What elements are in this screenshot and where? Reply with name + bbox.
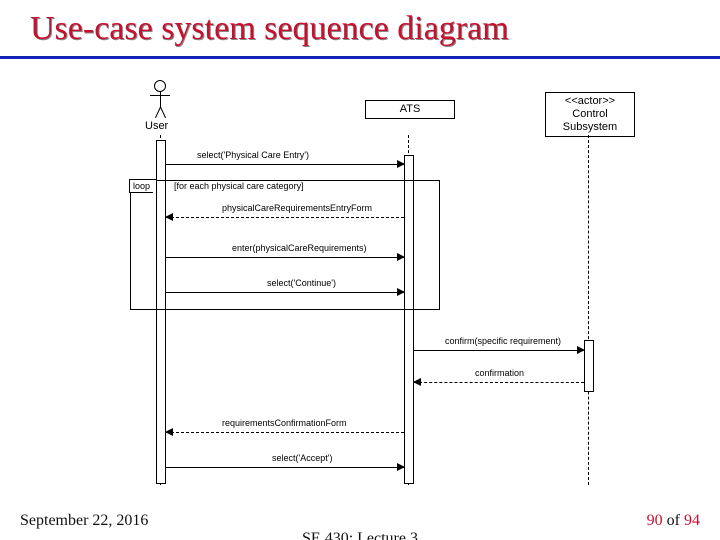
page-current: 90 (647, 512, 663, 529)
loop-tag: loop (129, 179, 157, 193)
title-underline (0, 56, 720, 59)
participant-ats: ATS (365, 100, 455, 119)
page-total: 94 (684, 512, 700, 529)
sequence-diagram: User ATS <<actor>> Control Subsystem sel… (120, 80, 640, 500)
loop-guard: [for each physical care category] (174, 181, 304, 191)
participant-ctrl-name2: Subsystem (563, 121, 617, 133)
message-select-continue: select('Continue') (166, 280, 404, 294)
participant-control-subsystem: <<actor>> Control Subsystem (545, 92, 635, 137)
message-enter-physical-care-requirements: enter(physicalCareRequirements) (166, 245, 404, 259)
message-label: select('Continue') (266, 278, 337, 288)
message-confirmation: confirmation (414, 370, 584, 384)
message-select-physical-care-entry: select('Physical Care Entry') (166, 152, 404, 166)
actor-user-label: User (145, 120, 168, 132)
footer-page: 90 of 94 (647, 512, 700, 530)
slide-title: Use-case system sequence diagram (30, 10, 509, 48)
lifeline-control-subsystem (588, 135, 589, 485)
message-select-accept: select('Accept') (166, 455, 404, 469)
participant-ats-label: ATS (400, 103, 421, 115)
participant-ctrl-name1: Control (572, 108, 607, 120)
message-label: enter(physicalCareRequirements) (231, 243, 368, 253)
participant-ctrl-stereotype: <<actor>> (565, 95, 615, 107)
message-label: confirmation (474, 368, 525, 378)
message-confirm-specific-requirement: confirm(specific requirement) (414, 338, 584, 352)
message-label: confirm(specific requirement) (444, 336, 562, 346)
page-sep: of (663, 512, 684, 529)
message-label: requirementsConfirmationForm (221, 418, 348, 428)
message-label: select('Physical Care Entry') (196, 150, 310, 160)
footer-course: SE 430: Lecture 3 (0, 530, 720, 540)
slide: Use-case system sequence diagram User AT… (0, 0, 720, 540)
message-physical-care-requirements-entry-form: physicalCareRequirementsEntryForm (166, 205, 404, 219)
footer-date: September 22, 2016 (20, 512, 148, 530)
activation-control-subsystem (584, 340, 594, 392)
message-label: physicalCareRequirementsEntryForm (221, 203, 373, 213)
message-requirements-confirmation-form: requirementsConfirmationForm (166, 420, 404, 434)
message-label: select('Accept') (271, 453, 333, 463)
